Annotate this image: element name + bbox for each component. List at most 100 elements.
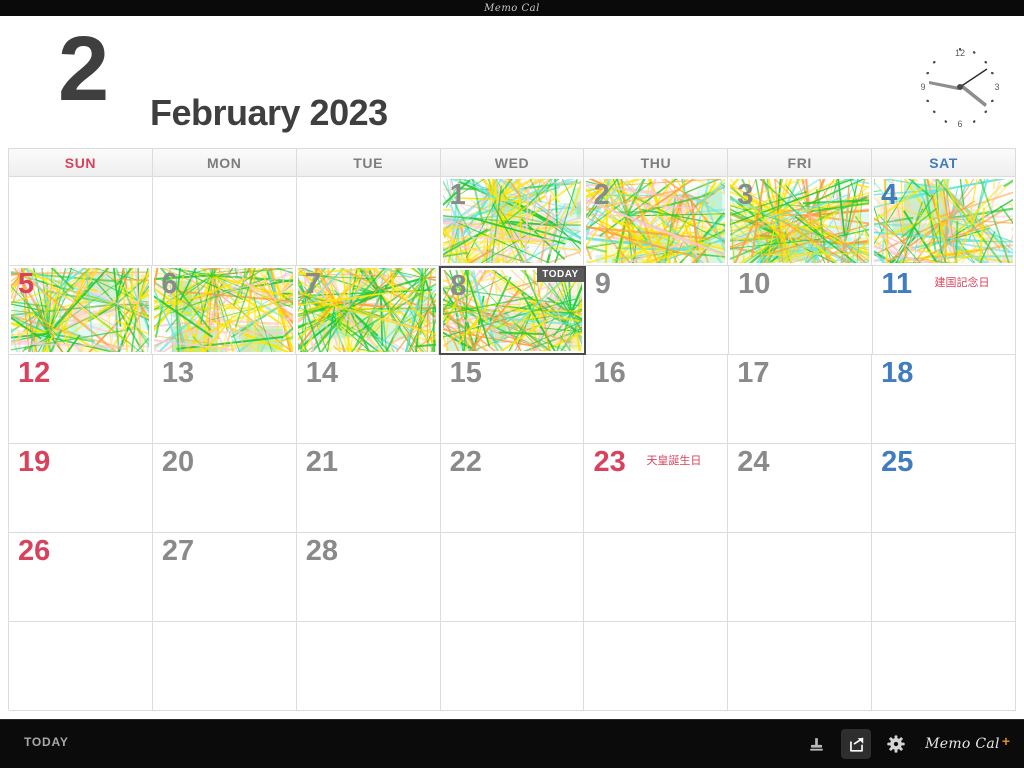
calendar-week-row: 19 20 21 22 23 天皇誕生日 24 25 [9,444,1017,533]
clock-numeral-6: 6 [957,119,962,129]
calendar-day-cell-9[interactable]: 9 [585,266,730,355]
calendar-week-row: 5 6 7 8 TODAY 9 10 11 建国記念日 [9,266,1016,355]
today-badge: TODAY [537,268,584,282]
weekday-header-thu: THU [584,149,729,176]
calendar-day-cell-21[interactable]: 21 [296,444,441,533]
weekday-header-wed: WED [441,149,585,176]
share-icon[interactable] [841,729,872,759]
calendar-day-cell-8[interactable]: 8 TODAY [439,266,586,355]
day-number: 20 [161,446,195,478]
calendar-day-cell-3[interactable]: 3 [728,177,873,266]
calendar-day-cell-empty [584,533,729,622]
calendar-day-cell-empty [152,622,297,711]
calendar-day-cell-empty [440,622,585,711]
day-number: 28 [305,535,338,567]
day-number: 24 [737,446,770,478]
calendar-day-cell-13[interactable]: 13 [152,355,297,444]
day-number: 7 [304,268,321,300]
calendar-day-cell-11[interactable]: 11 建国記念日 [872,266,1016,355]
calendar-day-cell-15[interactable]: 15 [440,355,585,444]
clock-face: 12 3 6 9 [920,47,1000,129]
calendar-day-cell-14[interactable]: 14 [296,355,441,444]
memo-cal-app: Memo Cal 2 February 2023 12 3 6 9 SUN MO… [0,0,1024,768]
calendar-day-cell-empty [296,177,441,266]
calendar-day-cell-2[interactable]: 2 [584,177,729,266]
app-title: Memo Cal [484,2,540,14]
share-icon-glyph [849,737,863,752]
day-number: 27 [161,535,195,567]
calendar-day-cell-24[interactable]: 24 [728,444,873,533]
calendar-header: 2 February 2023 12 3 6 9 [0,16,1024,148]
day-number: 26 [18,535,51,567]
gear-icon[interactable] [881,729,911,759]
calendar-day-cell-19[interactable]: 19 [9,444,153,533]
calendar-day-cell-empty [440,533,585,622]
holiday-label: 建国記念日 [934,277,990,289]
calendar-day-cell-empty [728,533,873,622]
day-number: 25 [881,446,914,478]
holiday-label: 天皇誕生日 [646,455,702,467]
calendar-day-cell-18[interactable]: 18 [872,355,1017,444]
day-number: 8 [450,270,467,302]
stamp-icon-glyph [809,737,823,751]
calendar-day-cell-empty [152,177,297,266]
day-number: 18 [881,357,914,389]
calendar-week-row [9,622,1017,711]
calendar-day-cell-10[interactable]: 10 [729,266,873,355]
calendar-day-cell-empty [872,533,1017,622]
calendar-day-cell-4[interactable]: 4 [872,177,1017,266]
title-bar: Memo Cal [0,0,1024,16]
weekday-header-row: SUN MON TUE WED THU FRI SAT [9,149,1017,177]
calendar-day-cell-25[interactable]: 25 [872,444,1017,533]
day-number: 6 [161,268,178,300]
calendar-day-cell-28[interactable]: 28 [296,533,441,622]
day-number: 15 [449,357,482,389]
day-number: 4 [881,179,898,211]
day-number: 3 [737,179,754,211]
calendar-day-cell-empty [9,622,153,711]
calendar-day-cell-empty [584,622,729,711]
calendar-day-cell-16[interactable]: 16 [584,355,729,444]
calendar-week-row: 1 2 3 4 [9,177,1017,266]
bottom-toolbar: TODAY Memo Cal + [0,719,1024,768]
day-number: 21 [305,446,338,478]
day-number: 16 [593,357,626,389]
calendar-day-cell-6[interactable]: 6 [152,266,296,355]
calendar-day-cell-1[interactable]: 1 [440,177,585,266]
calendar-grid: SUN MON TUE WED THU FRI SAT 1 2 3 4 5 6 7 8 TODAY 9 10 11… [8,148,1017,711]
day-number: 17 [737,357,770,389]
day-number: 1 [449,179,466,211]
calendar-weeks: 1 2 3 4 5 6 7 8 TODAY 9 10 11 建国記念日 12 13 14 15 16 17 18 19 2… [9,177,1017,711]
weekday-header-sat: SAT [872,149,1017,176]
brand-name: Memo Cal [925,736,1000,752]
day-number: 12 [18,357,51,389]
calendar-day-cell-empty [872,622,1017,711]
calendar-day-cell-empty [296,622,441,711]
calendar-day-cell-12[interactable]: 12 [9,355,153,444]
calendar-day-cell-7[interactable]: 7 [295,266,440,355]
toolbar-actions: Memo Cal + [801,720,1010,768]
weekday-header-sun: SUN [9,149,153,176]
calendar-day-cell-23[interactable]: 23 天皇誕生日 [584,444,729,533]
calendar-week-row: 12 13 14 15 16 17 18 [9,355,1017,444]
calendar-day-cell-5[interactable]: 5 [9,266,153,355]
clock-minute-hand [960,84,987,107]
analog-clock: 12 3 6 9 [912,39,1008,135]
day-number: 23 [593,446,626,478]
calendar-day-cell-27[interactable]: 27 [152,533,297,622]
day-number: 10 [738,268,771,300]
weekday-header-tue: TUE [297,149,441,176]
stamp-icon[interactable] [801,729,831,759]
day-number: 13 [161,357,195,389]
today-button[interactable]: TODAY [24,735,69,749]
day-number: 11 [881,268,913,300]
calendar-day-cell-22[interactable]: 22 [440,444,585,533]
brand-logo[interactable]: Memo Cal + [925,733,1010,752]
clock-center-dot [957,84,963,90]
calendar-day-cell-26[interactable]: 26 [9,533,153,622]
calendar-day-cell-17[interactable]: 17 [728,355,873,444]
brand-plus-icon: + [1001,733,1010,749]
calendar-day-cell-empty [728,622,873,711]
calendar-day-cell-20[interactable]: 20 [152,444,297,533]
weekday-header-fri: FRI [728,149,873,176]
